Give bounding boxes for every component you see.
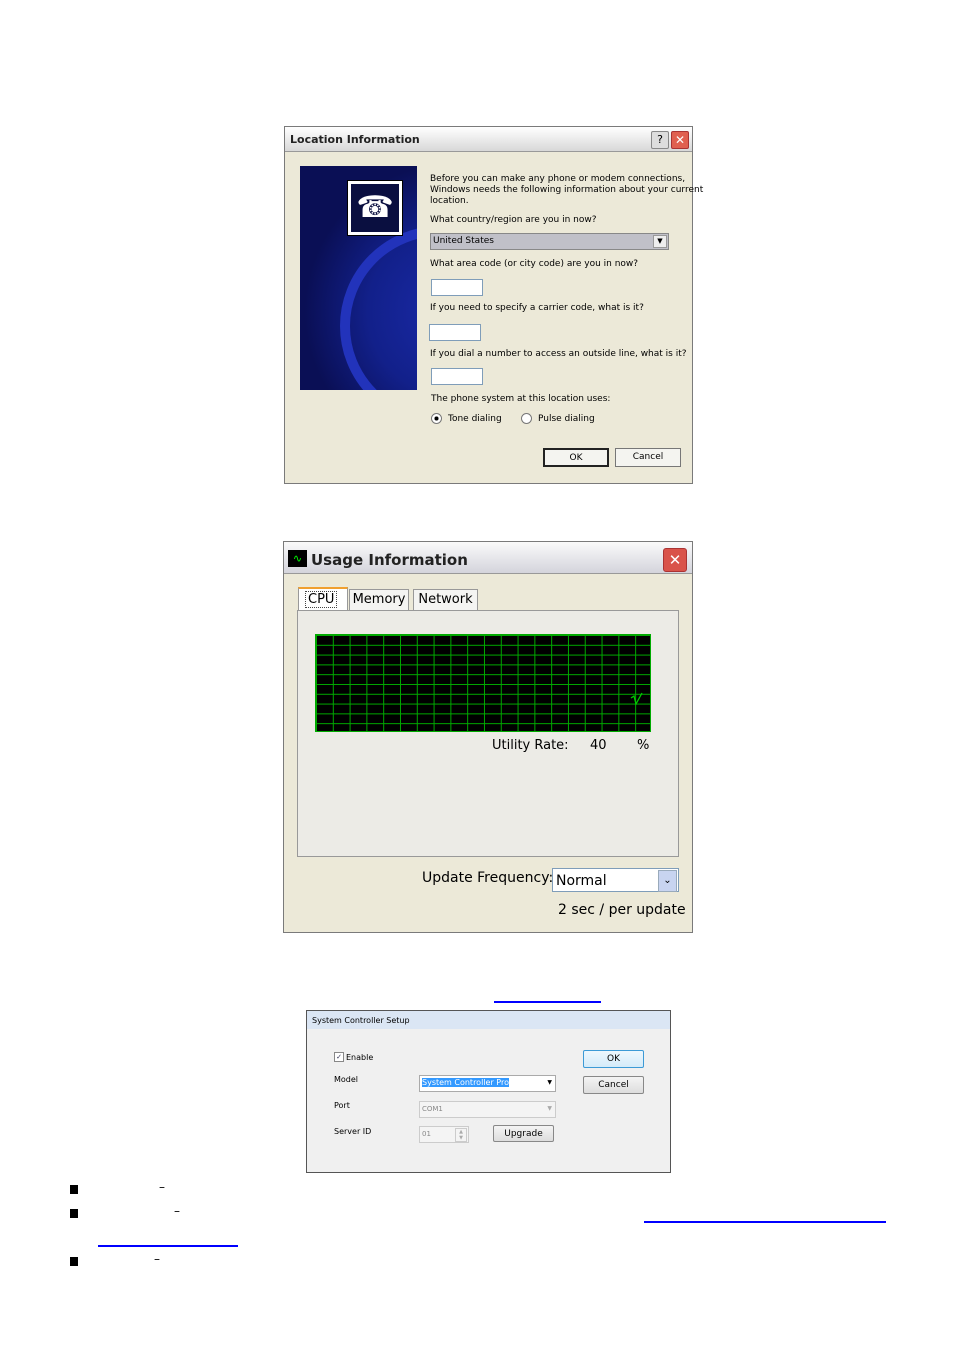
- bullet-square-icon: [70, 1209, 78, 1218]
- enable-label: Enable: [346, 1052, 374, 1062]
- utility-rate-unit: %: [637, 738, 650, 753]
- hyperlink-underline[interactable]: [494, 1001, 601, 1003]
- telephone-icon: ☎: [347, 180, 403, 236]
- ok-button[interactable]: OK: [543, 448, 609, 467]
- tab-label: Network: [418, 592, 473, 607]
- carrier-code-input[interactable]: [429, 324, 481, 341]
- port-label: Port: [334, 1101, 350, 1110]
- dialog-title: Location Information: [290, 133, 420, 146]
- dialog-title: Usage Information: [311, 551, 468, 569]
- radio-unselected-icon[interactable]: [521, 413, 532, 424]
- bullet-dash: –: [159, 1180, 165, 1194]
- chevron-down-icon[interactable]: ▼: [653, 235, 667, 248]
- area-code-label: What area code (or city code) are you in…: [430, 259, 639, 269]
- title-bar: ∿ Usage Information ✕: [284, 542, 692, 574]
- question-mark-icon[interactable]: ?: [651, 131, 669, 149]
- close-x-icon[interactable]: ✕: [671, 131, 689, 149]
- server-id-label: Server ID: [334, 1127, 372, 1136]
- server-id-stepper[interactable]: 01 ▲ ▼: [419, 1126, 469, 1143]
- port-value: COM1: [422, 1105, 443, 1113]
- cpu-usage-graph: [315, 634, 651, 732]
- tab-label: CPU: [305, 591, 338, 608]
- radio-selected-icon[interactable]: [431, 413, 442, 424]
- update-interval-text: 2 sec / per update: [558, 902, 686, 918]
- model-select[interactable]: System Controller Pro ▼: [419, 1075, 556, 1092]
- usage-information-dialog: ∿ Usage Information ✕ CPU Memory Network…: [283, 541, 693, 933]
- tab-memory[interactable]: Memory: [349, 589, 409, 610]
- bullet-square-icon: [70, 1257, 78, 1266]
- server-id-value: 01: [422, 1130, 431, 1138]
- outside-line-input[interactable]: [431, 368, 483, 385]
- intro-text: Before you can make any phone or modem c…: [430, 174, 703, 207]
- hyperlink-underline[interactable]: [98, 1245, 238, 1247]
- title-bar: Location Information ? ✕: [285, 127, 692, 152]
- ok-button[interactable]: OK: [583, 1050, 644, 1068]
- chevron-down-icon[interactable]: ▼: [547, 1079, 552, 1086]
- update-frequency-select[interactable]: Normal ⌄: [552, 868, 679, 892]
- close-x-icon[interactable]: ✕: [663, 548, 687, 572]
- update-frequency-label: Update Frequency:: [422, 870, 554, 886]
- cancel-button[interactable]: Cancel: [583, 1076, 644, 1094]
- globe-phone-illustration: ☎: [300, 166, 417, 390]
- model-label: Model: [334, 1075, 359, 1084]
- intro-line: Windows needs the following information …: [430, 185, 704, 195]
- utility-rate-value: 40: [590, 738, 607, 753]
- title-bar: System Controller Setup: [307, 1011, 670, 1029]
- tab-network[interactable]: Network: [413, 589, 478, 610]
- model-value: System Controller Pro: [422, 1078, 509, 1087]
- country-value: United States: [433, 236, 494, 246]
- spin-arrows-icon[interactable]: ▲ ▼: [455, 1128, 467, 1142]
- system-controller-setup-dialog: System Controller Setup ✓ Enable Model S…: [306, 1010, 671, 1173]
- bullet-square-icon: [70, 1185, 78, 1194]
- outside-line-label: If you dial a number to access an outsid…: [430, 349, 687, 359]
- intro-line: Before you can make any phone or modem c…: [430, 174, 686, 184]
- chevron-down-icon[interactable]: ▼: [547, 1105, 552, 1112]
- utility-rate-label: Utility Rate:: [492, 738, 569, 753]
- bullet-dash: –: [174, 1204, 180, 1218]
- tab-cpu[interactable]: CPU: [298, 587, 348, 610]
- intro-line: location.: [430, 196, 469, 206]
- upgrade-button[interactable]: Upgrade: [493, 1125, 554, 1142]
- port-select[interactable]: COM1 ▼: [419, 1101, 556, 1118]
- checkmark-icon[interactable]: ✓: [334, 1052, 344, 1062]
- cpu-usage-line: [630, 692, 643, 706]
- bullet-dash: –: [154, 1252, 160, 1266]
- dialog-title: System Controller Setup: [312, 1016, 410, 1025]
- carrier-code-label: If you need to specify a carrier code, w…: [430, 303, 644, 313]
- activity-graph-icon: ∿: [288, 550, 307, 567]
- chevron-down-icon[interactable]: ⌄: [658, 870, 677, 892]
- frequency-value: Normal: [556, 873, 607, 889]
- tab-label: Memory: [352, 592, 406, 607]
- tone-dialing-label: Tone dialing: [448, 413, 502, 424]
- tab-panel: Utility Rate: 40 %: [297, 610, 679, 857]
- area-code-input[interactable]: [431, 279, 483, 296]
- pulse-dialing-label: Pulse dialing: [538, 413, 595, 424]
- location-information-dialog: Location Information ? ✕ ☎ Before you ca…: [284, 126, 703, 484]
- enable-checkbox[interactable]: ✓ Enable: [334, 1052, 373, 1062]
- phone-system-label: The phone system at this location uses:: [431, 394, 611, 404]
- tone-dialing-radio[interactable]: Tone dialing: [431, 413, 502, 424]
- hyperlink-underline[interactable]: [644, 1221, 886, 1223]
- cancel-button[interactable]: Cancel: [615, 448, 681, 467]
- pulse-dialing-radio[interactable]: Pulse dialing: [521, 413, 595, 424]
- country-label: What country/region are you in now?: [430, 215, 597, 225]
- country-select[interactable]: United States ▼: [430, 233, 669, 250]
